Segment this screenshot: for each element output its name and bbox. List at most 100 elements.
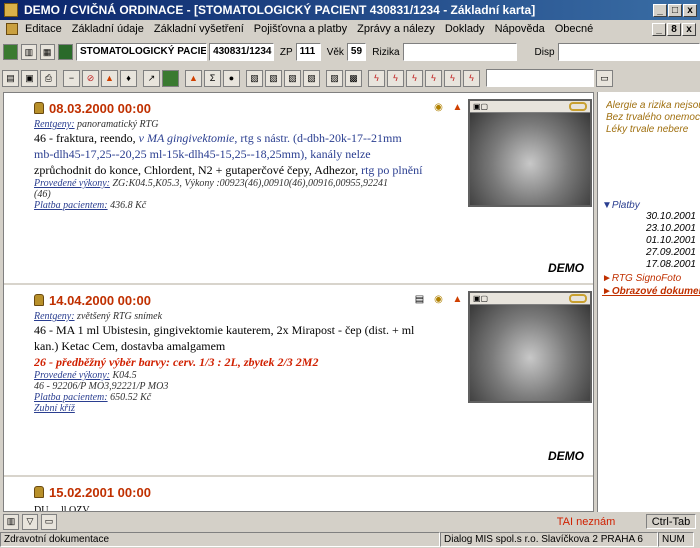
mdi-close-button[interactable]: x — [682, 22, 696, 36]
platba-value: 650.52 Kč — [110, 392, 152, 403]
xray-view-icon[interactable]: ▣▢ — [473, 102, 488, 111]
doc4-icon[interactable]: ▧ — [303, 69, 320, 87]
menu-zpravy[interactable]: Zprávy a nálezy — [352, 23, 440, 35]
app-icon[interactable] — [4, 3, 18, 17]
disp-field[interactable] — [557, 43, 700, 61]
eye-icon[interactable]: ◉ — [432, 293, 445, 306]
save-icon[interactable]: ▣ — [21, 69, 38, 87]
risk-field[interactable] — [402, 43, 517, 61]
print-icon[interactable]: ⎙ — [40, 69, 57, 87]
tooth-red-6-icon[interactable]: ϟ — [463, 69, 480, 87]
close-button[interactable]: x — [683, 3, 697, 17]
age-field[interactable]: 59 — [346, 43, 367, 61]
ctrl-tab-hint[interactable]: Ctrl-Tab — [646, 514, 696, 529]
warning-icon[interactable]: ▲ — [451, 293, 464, 306]
payment-date[interactable]: 23.10.2001 — [598, 223, 696, 235]
warning-icon[interactable]: ▲ — [101, 69, 118, 87]
platba-label[interactable]: Platba pacientem: — [34, 392, 108, 403]
chart-icon[interactable] — [162, 69, 179, 87]
platba-label[interactable]: Platba pacientem: — [34, 200, 108, 211]
tooth-red-1-icon[interactable]: ϟ — [368, 69, 385, 87]
record-text-red: 26 - předběžný výběr barvy: cerv. 1/3 : … — [34, 355, 319, 369]
paperclip-icon[interactable] — [569, 102, 587, 111]
status-left: Zdravotní dokumentace — [0, 532, 440, 547]
lock-icon — [34, 486, 44, 498]
payments-list: 30.10.2001 23.10.2001 01.10.2001 27.09.2… — [598, 211, 700, 271]
zoomed-xray-image[interactable]: ▣▢ — [468, 291, 592, 403]
printer-icon[interactable]: ▤ — [413, 293, 426, 306]
book-icon[interactable]: ▥ — [21, 44, 37, 60]
record-text: , rtg s nástr. (d-dbh-20k-17--21mm — [234, 131, 402, 145]
xray-icon[interactable]: ▩ — [345, 69, 362, 87]
maximize-button[interactable]: □ — [668, 3, 682, 17]
menu-pojistovna[interactable]: Pojišťovna a platby — [249, 23, 352, 35]
zubni-kriz-link[interactable]: Zubní kříž — [34, 403, 75, 414]
payment-date[interactable]: 17.08.2001 — [598, 259, 696, 271]
birth-number-field[interactable]: 430831/1234 — [209, 43, 274, 61]
toolbar-search-field[interactable] — [486, 69, 594, 87]
vykony-value: ZG:K04.5,K05.3, Výkony :00923(46),00910(… — [112, 178, 388, 189]
mdi-restore-button[interactable]: 8 — [667, 22, 681, 36]
eye-icon[interactable]: ◉ — [432, 101, 445, 114]
xray-view-icon[interactable]: ▣▢ — [473, 294, 488, 303]
book-icon[interactable]: ▥ — [3, 513, 19, 530]
record-date[interactable]: 15.02.2001 00:00 — [49, 485, 151, 500]
warning-icon[interactable]: ▲ — [451, 101, 464, 114]
status-company: Dialog MIS spol.s r.o. Slavíčkova 2 PRAH… — [440, 532, 658, 547]
rtg-signofoto-link[interactable]: ►RTG SignoFoto — [598, 271, 700, 284]
vykony-label[interactable]: Provedené výkony: — [34, 370, 110, 381]
document-icon[interactable] — [6, 23, 18, 35]
medical-records-area[interactable]: 08.03.2000 00:00 ◉ ▲ ▣▢ Rentgeny: panora… — [3, 92, 594, 512]
toolbar-dropdown-icon[interactable]: ▭ — [596, 69, 613, 87]
syringe-icon[interactable]: ↗ — [143, 69, 160, 87]
record-date[interactable]: 14.04.2000 00:00 — [49, 293, 151, 308]
record-divider — [4, 475, 593, 477]
zp-field[interactable]: 111 — [295, 43, 321, 61]
minimize-button[interactable]: _ — [653, 3, 667, 17]
vykony-label[interactable]: Provedené výkony: — [34, 178, 110, 189]
mdi-minimize-button[interactable]: _ — [652, 22, 666, 36]
record-date[interactable]: 08.03.2000 00:00 — [49, 101, 151, 116]
menu-doklady[interactable]: Doklady — [440, 23, 490, 35]
page-icon[interactable]: ▭ — [41, 513, 57, 530]
obrazove-dokumenty-link[interactable]: ►Obrazové dokumen — [598, 284, 700, 297]
tooth-icon[interactable]: ♦ — [120, 69, 137, 87]
title-bar[interactable]: DEMO / CVIČNÁ ORDINACE - [STOMATOLOGICKÝ… — [0, 0, 700, 20]
patient-list-icon[interactable] — [57, 44, 73, 60]
panoramic-xray-image[interactable]: ▣▢ — [468, 99, 592, 207]
age-label: Věk — [326, 46, 344, 58]
tooth-red-4-icon[interactable]: ϟ — [425, 69, 442, 87]
payment-date[interactable]: 01.10.2001 — [598, 235, 696, 247]
menu-napoveda[interactable]: Nápověda — [490, 23, 550, 35]
record-entry: 08.03.2000 00:00 ◉ ▲ ▣▢ Rentgeny: panora… — [34, 97, 592, 282]
paperclip-icon[interactable] — [569, 294, 587, 303]
patient-name-field[interactable]: STOMATOLOGICKÝ PACIENT — [76, 43, 208, 61]
record-entry: 15.02.2001 00:00 DU ... ll OZV ... — [34, 481, 592, 511]
menu-zakladni-vysetreni[interactable]: Základní vyšetření — [149, 23, 249, 35]
payment-date[interactable]: 30.10.2001 — [598, 211, 696, 223]
alert-icon[interactable]: ▲ — [185, 69, 202, 87]
tooth-red-5-icon[interactable]: ϟ — [444, 69, 461, 87]
doc3-icon[interactable]: ▧ — [284, 69, 301, 87]
doc1-icon[interactable]: ▧ — [246, 69, 263, 87]
tooth-red-2-icon[interactable]: ϟ — [387, 69, 404, 87]
prohibit-icon[interactable]: ⊘ — [82, 69, 99, 87]
menu-zakladni-udaje[interactable]: Základní údaje — [67, 23, 149, 35]
window-title: DEMO / CVIČNÁ ORDINACE - [STOMATOLOGICKÝ… — [24, 3, 536, 17]
minus-icon[interactable]: − — [63, 69, 80, 87]
filter-icon[interactable]: ▽ — [22, 513, 38, 530]
tooth-red-3-icon[interactable]: ϟ — [406, 69, 423, 87]
menu-editace[interactable]: Editace — [20, 23, 67, 35]
payment-date[interactable]: 27.09.2001 — [598, 247, 696, 259]
coin-icon[interactable]: ● — [223, 69, 240, 87]
menu-obecne[interactable]: Obecné — [550, 23, 599, 35]
platby-header[interactable]: ▼Platby — [598, 136, 700, 211]
doc2-icon[interactable]: ▧ — [265, 69, 282, 87]
card-icon[interactable] — [3, 44, 19, 60]
rentgeny-label[interactable]: Rentgeny: — [34, 119, 75, 130]
new-record-icon[interactable]: ▤ — [2, 69, 19, 87]
rentgeny-label[interactable]: Rentgeny: — [34, 311, 75, 322]
image-icon[interactable]: ▨ — [326, 69, 343, 87]
sum-icon[interactable]: Σ — [204, 69, 221, 87]
calendar-icon[interactable]: ▦ — [39, 44, 55, 60]
